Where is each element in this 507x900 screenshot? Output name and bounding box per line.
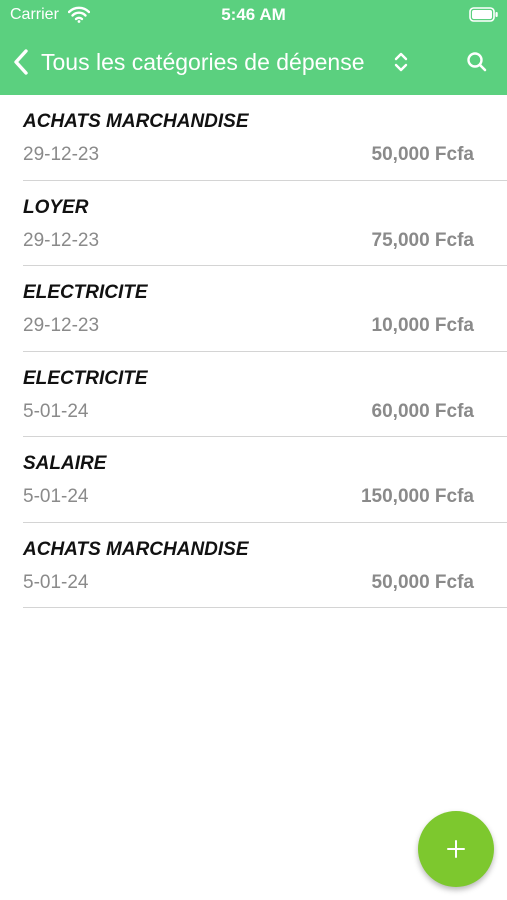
expense-amount: 150,000 Fcfa — [360, 486, 474, 507]
page-title: Tous les catégories de dépense — [41, 49, 365, 75]
list-item[interactable]: SALAIRE 5-01-24 150,000 Fcfa — [23, 437, 507, 523]
expense-date: 5-01-24 — [23, 571, 89, 593]
expense-date: 29-12-23 — [23, 229, 100, 251]
expense-category: LOYER — [23, 196, 89, 218]
expense-list: ACHATS MARCHANDISE 29-12-23 50,000 Fcfa … — [0, 95, 507, 608]
chevron-left-icon[interactable] — [10, 48, 34, 76]
battery-icon — [469, 7, 498, 22]
expense-amount: 60,000 Fcfa — [371, 400, 474, 422]
list-item[interactable]: ACHATS MARCHANDISE 29-12-23 50,000 Fcfa — [23, 95, 507, 181]
chevron-up-down-icon[interactable] — [392, 50, 410, 74]
expense-amount: 50,000 Fcfa — [371, 571, 474, 593]
expense-amount: 50,000 Fcfa — [371, 144, 474, 165]
expense-category: ELECTRICITE — [23, 367, 148, 389]
navigation-bar: Tous les catégories de dépense — [0, 30, 507, 95]
expense-date: 29-12-23 — [23, 144, 100, 165]
expense-category: ACHATS MARCHANDISE — [23, 538, 249, 560]
list-item[interactable]: LOYER 29-12-23 75,000 Fcfa — [23, 181, 507, 266]
expense-category: ACHATS MARCHANDISE — [23, 111, 249, 132]
expense-category: ELECTRICITE — [23, 282, 148, 303]
list-item[interactable]: ELECTRICITE 5-01-24 60,000 Fcfa — [23, 352, 507, 437]
status-bar: Carrier 5:46 AM — [0, 0, 507, 30]
expense-category: SALAIRE — [23, 453, 107, 474]
expense-date: 5-01-24 — [23, 400, 89, 422]
status-time: 5:46 AM — [221, 5, 286, 24]
expense-date: 29-12-23 — [23, 315, 100, 336]
app-header: Carrier 5:46 AM Tous les catégories de d… — [0, 0, 507, 95]
list-item[interactable]: ELECTRICITE 29-12-23 10,000 Fcfa — [23, 266, 507, 352]
plus-icon — [447, 840, 465, 858]
list-item[interactable]: ACHATS MARCHANDISE 5-01-24 50,000 Fcfa — [23, 523, 507, 608]
expense-date: 5-01-24 — [23, 486, 89, 507]
expense-amount: 10,000 Fcfa — [371, 315, 474, 336]
search-icon[interactable] — [464, 49, 490, 75]
expense-amount: 75,000 Fcfa — [371, 229, 474, 251]
add-expense-button[interactable] — [418, 811, 494, 887]
